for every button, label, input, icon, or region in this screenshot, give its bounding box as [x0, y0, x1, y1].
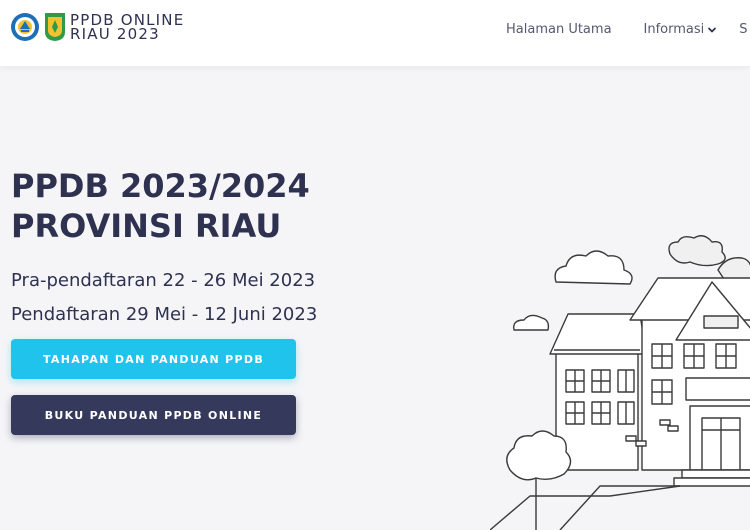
navbar: PPDB ONLINE RIAU 2023 Halaman Utama Info…	[0, 0, 750, 66]
hero-title: PPDB 2023/2024 PROVINSI RIAU	[11, 166, 310, 246]
stages-guide-button[interactable]: TAHAPAN DAN PANDUAN PPDB	[11, 339, 296, 379]
hero-title-line-1: PPDB 2023/2024	[11, 167, 310, 205]
registration-date: Pendaftaran 29 Mei - 12 Juni 2023	[11, 304, 318, 325]
guide-book-button[interactable]: BUKU PANDUAN PPDB ONLINE	[11, 395, 296, 435]
chevron-down-icon	[708, 27, 717, 32]
pre-registration-date: Pra-pendaftaran 22 - 26 Mei 2023	[11, 270, 316, 291]
school-building-illustration	[490, 235, 750, 530]
nav-home-link[interactable]: Halaman Utama	[506, 22, 612, 37]
schedule-info: Pra-pendaftaran 22 - 26 Mei 2023 Pendaft…	[11, 264, 317, 332]
nav-info-dropdown[interactable]: Informasi	[644, 22, 718, 37]
riau-province-emblem	[45, 13, 65, 41]
nav-info-label: Informasi	[643, 22, 705, 37]
brand-logo[interactable]: PPDB ONLINE RIAU 2023	[10, 12, 184, 42]
tut-wuri-handayani-logo	[11, 13, 39, 41]
nav-next-link[interactable]: S	[739, 22, 747, 37]
hero-title-line-2: PROVINSI RIAU	[11, 207, 282, 245]
brand-line-2: RIAU 2023	[70, 25, 160, 43]
